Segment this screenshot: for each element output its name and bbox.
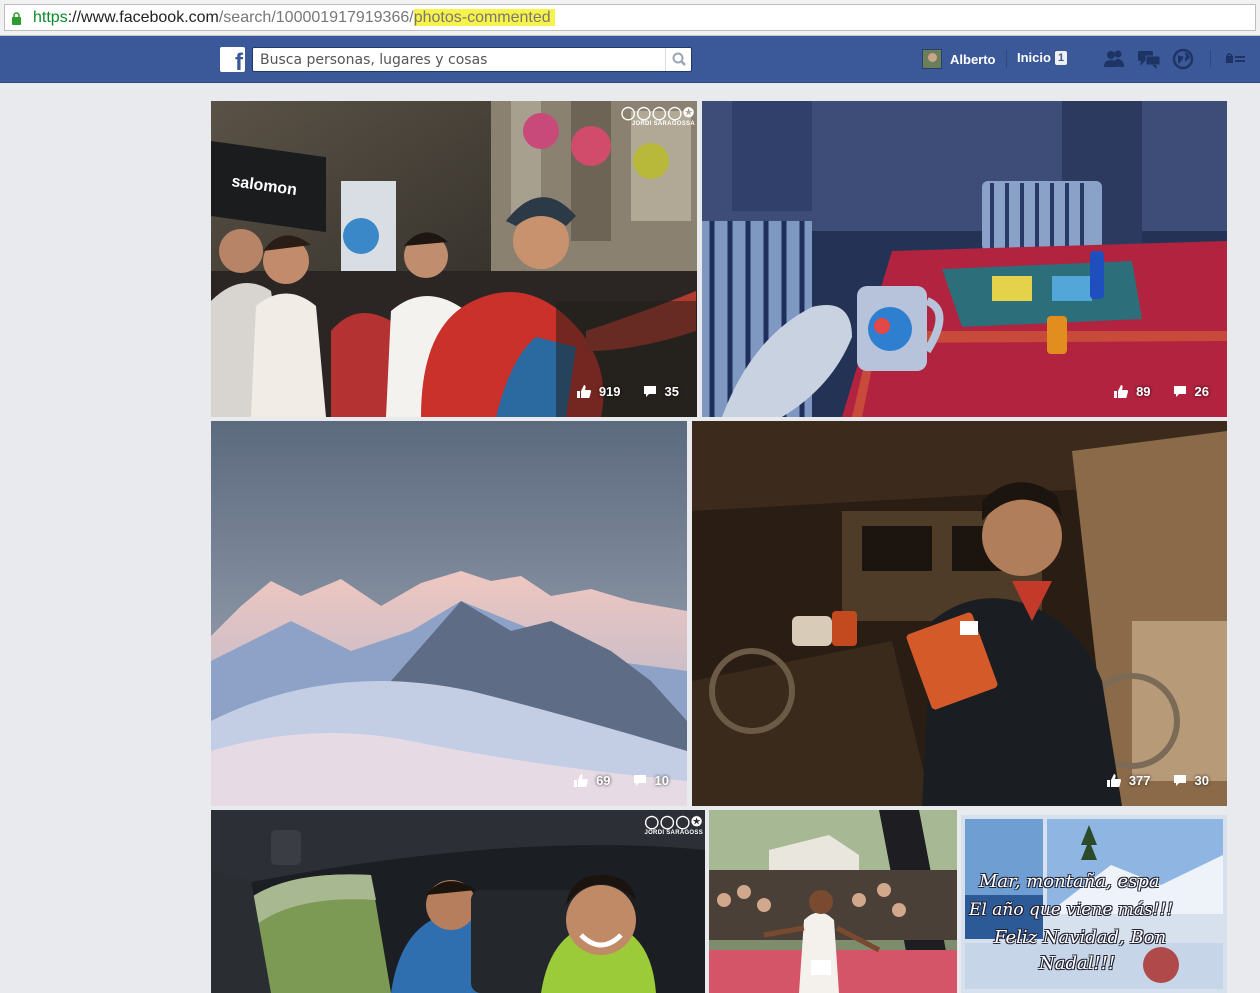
photo-stats: 69 10 xyxy=(574,773,669,788)
home-count-badge: 1 xyxy=(1054,50,1068,65)
comment-count: 35 xyxy=(664,384,679,399)
photo-image xyxy=(702,101,1227,417)
facebook-logo-icon[interactable]: f xyxy=(220,47,245,75)
notifications-globe-icon[interactable] xyxy=(1172,48,1196,70)
comment-count: 10 xyxy=(654,773,669,788)
profile-link[interactable]: Alberto xyxy=(922,49,996,69)
settings-icon[interactable] xyxy=(1224,48,1248,70)
photo-image xyxy=(211,421,687,806)
search-input[interactable] xyxy=(253,48,665,71)
photo-tile[interactable] xyxy=(709,810,957,993)
photo-tile[interactable]: salomon ◯◯◯◯✪ JORDI SARAGOSSA 919 35 xyxy=(211,101,697,417)
home-label: Inicio xyxy=(1017,50,1051,65)
nav-divider xyxy=(1210,50,1211,68)
photo-image xyxy=(692,421,1227,806)
like-count: 69 xyxy=(596,773,611,788)
photographer-watermark: ◯◯◯✪ JORDI SARAGOSS xyxy=(644,814,703,836)
nav-divider xyxy=(1006,50,1007,68)
messages-icon[interactable] xyxy=(1137,48,1161,70)
comment-count: 30 xyxy=(1194,773,1209,788)
comment-icon xyxy=(633,775,646,786)
url-text: https://www.facebook.com/search/10000191… xyxy=(33,9,555,27)
user-name: Alberto xyxy=(950,51,996,67)
photographer-watermark: ◯◯◯◯✪ JORDI SARAGOSSA xyxy=(620,105,695,127)
like-icon xyxy=(1114,385,1129,398)
photo-tile[interactable]: 89 26 xyxy=(702,101,1227,417)
comment-count: 26 xyxy=(1194,384,1209,399)
like-icon xyxy=(1106,774,1121,787)
comment-icon xyxy=(1173,386,1186,397)
like-icon xyxy=(576,385,591,398)
avatar xyxy=(922,49,942,69)
comment-icon xyxy=(643,386,656,397)
home-link[interactable]: Inicio 1 xyxy=(1017,50,1068,65)
photo-tile[interactable]: 377 30 xyxy=(692,421,1227,806)
photo-image: salomon xyxy=(211,101,697,417)
photo-stats: 919 35 xyxy=(576,384,679,399)
photo-image xyxy=(709,810,957,993)
photo-image xyxy=(211,810,705,993)
url-path: /search/100001917919366/ xyxy=(218,9,414,26)
like-count: 89 xyxy=(1136,384,1151,399)
photo-tile[interactable]: 69 10 xyxy=(211,421,687,806)
comment-icon xyxy=(1173,775,1186,786)
facebook-top-bar: f Alberto Inicio 1 xyxy=(0,36,1260,83)
browser-address-bar: https://www.facebook.com/search/10000191… xyxy=(0,0,1260,36)
watermark-text: JORDI SARAGOSSA xyxy=(631,121,695,127)
search-icon xyxy=(672,52,686,66)
search-button[interactable] xyxy=(665,48,691,71)
url-host: ://www.facebook.com xyxy=(67,9,219,26)
photo-stats: 377 30 xyxy=(1106,773,1209,788)
like-count: 919 xyxy=(598,384,621,399)
watermark-text: JORDI SARAGOSS xyxy=(644,830,703,836)
photo-stats: 89 26 xyxy=(1114,384,1209,399)
collage-caption: Mar, montaña, espa El año que viene más!… xyxy=(969,863,1227,983)
photo-tile[interactable]: Mar, montaña, espa El año que viene más!… xyxy=(961,815,1227,993)
url-protocol: https xyxy=(33,9,68,26)
photo-tile[interactable]: ◯◯◯✪ JORDI SARAGOSS xyxy=(211,810,705,993)
friend-requests-icon[interactable] xyxy=(1102,48,1126,70)
url-highlight: photos-commented xyxy=(413,9,555,26)
like-icon xyxy=(574,774,589,787)
search-box xyxy=(252,47,692,72)
lock-icon xyxy=(12,12,21,25)
url-field[interactable]: https://www.facebook.com/search/10000191… xyxy=(4,4,1256,31)
like-count: 377 xyxy=(1128,773,1151,788)
